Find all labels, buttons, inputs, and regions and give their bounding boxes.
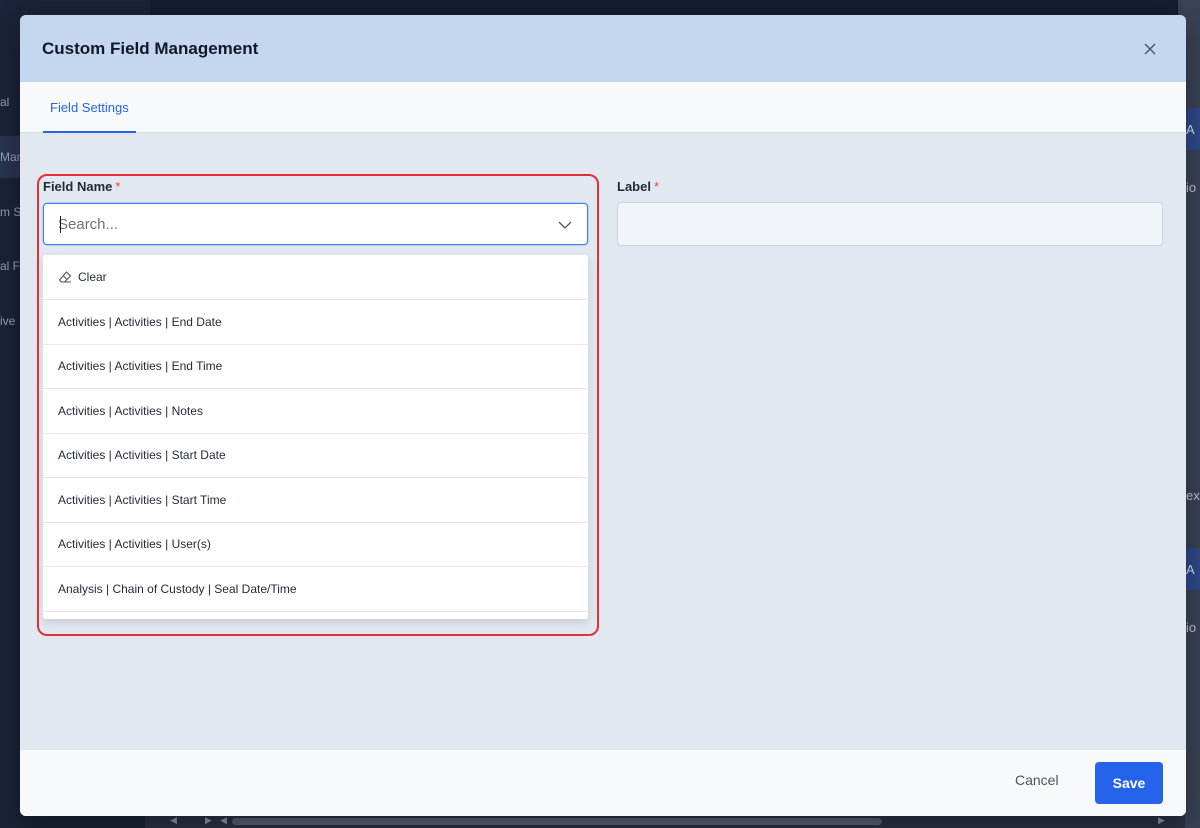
scroll-left-icon: ◀ <box>170 815 177 825</box>
custom-field-modal: Custom Field Management Field Settings F… <box>20 15 1186 816</box>
background-right-text: ex <box>1186 488 1200 503</box>
field-name-label: Field Name * <box>43 179 120 194</box>
background-right-text: A <box>1186 562 1195 577</box>
tabs-bar: Field Settings <box>20 82 1186 133</box>
dropdown-option[interactable]: Activities | Activities | Notes <box>43 389 588 434</box>
save-button[interactable]: Save <box>1095 762 1163 804</box>
background-nav-item: m S <box>0 205 22 219</box>
background-right-text: io <box>1186 180 1197 195</box>
modal-header: Custom Field Management <box>20 15 1186 82</box>
background-nav-item: al <box>0 95 10 109</box>
eraser-icon <box>58 271 72 283</box>
background-nav-item: al F <box>0 259 21 273</box>
dropdown-clear-label: Clear <box>78 270 107 284</box>
tab-field-settings[interactable]: Field Settings <box>43 82 136 133</box>
scroll-left-icon: ◀ <box>220 815 227 825</box>
dropdown-option[interactable]: Activities | Activities | End Time <box>43 344 588 389</box>
modal-footer: Cancel Save <box>20 750 1186 816</box>
modal-title: Custom Field Management <box>42 39 259 58</box>
label-field-label-text: Label <box>617 179 651 194</box>
dropdown-option[interactable]: Activities | Activities | End Date <box>43 300 588 345</box>
chevron-down-icon[interactable] <box>557 217 573 233</box>
required-marker: * <box>653 179 660 194</box>
dropdown-option[interactable]: Activities | Activities | Start Date <box>43 433 588 478</box>
background-right-text: io <box>1186 620 1197 635</box>
dropdown-clear-option[interactable]: Clear <box>43 255 588 300</box>
background-right-text: A <box>1186 122 1195 137</box>
dropdown-option[interactable]: Analysis | Chain of Custody | Seal Date/… <box>43 567 588 612</box>
field-name-dropdown: Clear Activities | Activities | End Date… <box>43 255 588 619</box>
background-nav-item: ive <box>0 314 16 328</box>
scroll-right-icon: ▶ <box>205 815 212 825</box>
background-scroll-thumb <box>232 818 882 825</box>
field-name-select[interactable] <box>43 203 588 245</box>
field-name-search-input[interactable] <box>58 204 538 244</box>
field-name-label-text: Field Name <box>43 179 113 194</box>
text-caret <box>60 216 61 233</box>
label-input[interactable] <box>617 202 1163 246</box>
close-icon[interactable] <box>1138 37 1162 61</box>
dropdown-option[interactable]: Activities | Activities | Start Time <box>43 478 588 523</box>
label-field-label: Label * <box>617 179 659 194</box>
required-marker: * <box>115 179 121 194</box>
cancel-button[interactable]: Cancel <box>1015 772 1059 788</box>
dropdown-option[interactable]: Activities | Activities | User(s) <box>43 522 588 567</box>
scroll-right-icon: ▶ <box>1158 815 1165 825</box>
